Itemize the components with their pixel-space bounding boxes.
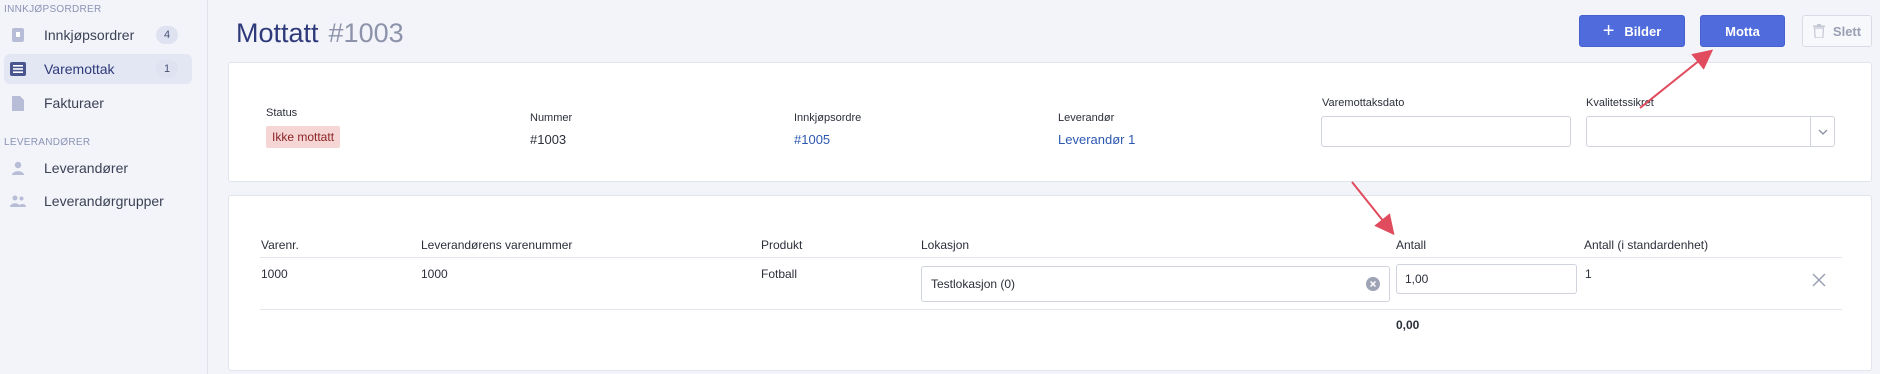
sidebar-section-suppliers: LEVERANDØRER [4, 137, 91, 148]
sidebar-item-innkjopsordrer[interactable]: Innkjøpsordrer 4 [4, 20, 192, 50]
delete-button-label: Slett [1832, 23, 1862, 39]
plus-icon: + [1602, 20, 1615, 42]
sidebar-item-leverandorer[interactable]: Leverandører [4, 153, 192, 183]
receipt-date-input[interactable] [1321, 116, 1571, 147]
delete-button[interactable]: Slett [1802, 15, 1872, 47]
sidebar-item-count: 1 [156, 60, 178, 78]
receive-button[interactable]: Motta [1700, 15, 1785, 47]
sidebar-item-label: Innkjøpsordrer [44, 27, 135, 43]
sidebar-item-label: Varemottak [44, 61, 115, 77]
column-header-product: Produkt [761, 238, 803, 252]
sidebar-item-leverandorgrupper[interactable]: Leverandørgrupper [4, 186, 192, 216]
table-header-divider [260, 257, 1842, 258]
cell-item-no: 1000 [261, 267, 288, 281]
user-icon [10, 160, 26, 176]
sidebar-item-fakturaer[interactable]: Fakturaer [4, 88, 192, 118]
sidebar-section-purchase: INNKJØPSORDRER [4, 4, 102, 15]
purchase-order-label: Innkjøpsordre [794, 112, 862, 124]
table-row-divider [260, 309, 1842, 310]
column-header-quantity: Antall [1396, 238, 1427, 252]
chevron-down-icon[interactable] [1810, 117, 1834, 146]
sidebar-item-label: Leverandører [44, 160, 129, 176]
receipt-date-label: Varemottaksdato [1322, 97, 1405, 109]
column-header-item-no: Varenr. [261, 238, 299, 252]
receive-button-label: Motta [1725, 23, 1760, 39]
purchase-order-icon [10, 27, 26, 43]
location-input-value: Testlokasjon (0) [931, 277, 1016, 291]
page-title-number: #1003 [328, 18, 404, 48]
images-button-label: Bilder [1624, 23, 1662, 39]
sidebar-item-count: 4 [156, 26, 178, 44]
sidebar-item-label: Leverandørgrupper [44, 193, 164, 209]
sidebar-item-varemottak[interactable]: Varemottak 1 [4, 54, 192, 84]
images-button[interactable]: + Bilder [1579, 15, 1685, 47]
column-header-supplier-item-no: Leverandørens varenummer [421, 238, 573, 252]
status-label: Status [266, 107, 298, 119]
sidebar-item-label: Fakturaer [44, 95, 104, 111]
quality-label: Kvalitetssikret [1586, 97, 1654, 109]
sidebar: INNKJØPSORDRER Innkjøpsordrer 4 Varemott… [0, 0, 208, 374]
page-title-text: Mottatt [236, 18, 319, 48]
remove-row-icon[interactable] [1812, 273, 1826, 292]
receipt-icon [10, 61, 26, 77]
cell-quantity-std: 1 [1585, 267, 1592, 281]
trash-icon [1812, 24, 1825, 38]
clear-icon[interactable] [1366, 277, 1380, 291]
number-label: Nummer [530, 112, 573, 124]
number-value: #1003 [530, 132, 567, 147]
supplier-label: Leverandør [1058, 112, 1115, 124]
status-badge: Ikke mottatt [266, 126, 341, 148]
user-group-icon [10, 193, 26, 209]
column-header-quantity-std: Antall (i standardenhet) [1584, 238, 1709, 252]
quantity-total: 0,00 [1396, 318, 1420, 332]
cell-supplier-item-no: 1000 [421, 267, 448, 281]
page-title: Mottatt #1003 [236, 18, 404, 49]
cell-product: Fotball [761, 267, 798, 281]
purchase-order-link[interactable]: #1005 [794, 132, 830, 147]
invoice-icon [10, 95, 26, 111]
column-header-location: Lokasjon [921, 238, 970, 252]
quality-select[interactable] [1586, 116, 1835, 147]
supplier-link[interactable]: Leverandør 1 [1058, 132, 1135, 147]
quantity-input[interactable]: 1,00 [1396, 264, 1577, 294]
location-input[interactable]: Testlokasjon (0) [921, 266, 1390, 302]
